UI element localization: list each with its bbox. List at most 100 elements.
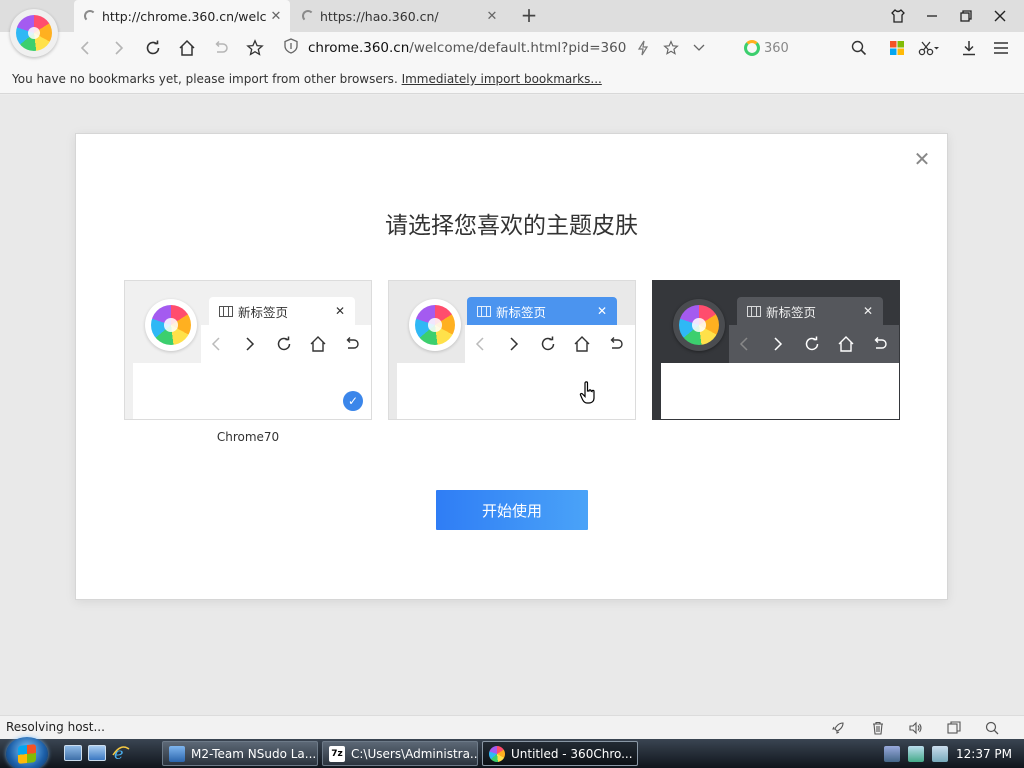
start-using-button[interactable]: 开始使用 bbox=[436, 490, 588, 530]
theme-logo-icon bbox=[145, 299, 197, 351]
address-host: chrome.360.cn bbox=[308, 40, 410, 56]
navigation-toolbar: chrome.360.cn/welcome/default.html?pid=3… bbox=[0, 32, 1024, 64]
address-path: /welcome/default.html?pid=360ce&v bbox=[409, 40, 626, 56]
restore-icon[interactable] bbox=[952, 4, 980, 28]
theme-preview-nav bbox=[469, 333, 627, 355]
title-bar: http://chrome.360.cn/welcom ✕ https://ha… bbox=[0, 0, 1024, 32]
dialog-title: 请选择您喜欢的主题皮肤 bbox=[385, 213, 638, 239]
trash-icon[interactable] bbox=[868, 718, 888, 738]
undo-icon bbox=[605, 333, 627, 355]
search-icon[interactable] bbox=[846, 36, 872, 60]
import-bookmarks-link[interactable]: Immediately import bookmarks... bbox=[402, 72, 602, 86]
zoom-search-icon[interactable] bbox=[982, 718, 1002, 738]
reload-icon bbox=[537, 333, 559, 355]
windows-logo-icon bbox=[18, 744, 36, 764]
theme-preview-nav bbox=[205, 333, 363, 355]
screenshot-scissors-icon[interactable] bbox=[916, 36, 942, 60]
window-icon[interactable] bbox=[944, 718, 964, 738]
theme-option-blue[interactable]: 新标签页 ✕ bbox=[388, 280, 636, 420]
favorites-star-icon[interactable] bbox=[242, 36, 268, 60]
close-icon: ✕ bbox=[596, 304, 607, 318]
forward-icon[interactable] bbox=[106, 36, 132, 60]
search-engine-label: 360 bbox=[764, 40, 789, 56]
forward-icon bbox=[239, 333, 261, 355]
download-icon[interactable] bbox=[956, 36, 982, 60]
theme-preview-body bbox=[661, 363, 899, 419]
tab-grid-icon bbox=[477, 305, 491, 317]
reload-icon[interactable] bbox=[140, 36, 166, 60]
system-tray: 12:37 PM bbox=[884, 739, 1024, 768]
theme-preview-tab-label: 新标签页 bbox=[238, 304, 289, 320]
tab-welcome[interactable]: http://chrome.360.cn/welcom ✕ bbox=[74, 0, 290, 32]
loading-spinner-icon bbox=[84, 10, 96, 22]
new-tab-button[interactable]: + bbox=[518, 4, 540, 26]
tab-title: https://hao.360.cn/ bbox=[320, 8, 439, 24]
start-button[interactable] bbox=[6, 737, 48, 768]
bookmark-star-icon[interactable] bbox=[658, 36, 684, 60]
bookmark-bar-message: You have no bookmarks yet, please import… bbox=[12, 72, 402, 86]
back-icon bbox=[469, 333, 491, 355]
switch-windows-icon[interactable] bbox=[88, 745, 106, 761]
menu-icon[interactable] bbox=[988, 36, 1014, 60]
rocket-icon[interactable] bbox=[828, 718, 848, 738]
status-text: Resolving host... bbox=[6, 720, 105, 734]
theme-preview-tab: 新标签页 ✕ bbox=[737, 297, 883, 325]
address-bar[interactable]: chrome.360.cn/welcome/default.html?pid=3… bbox=[284, 36, 626, 60]
selected-check-icon: ✓ bbox=[343, 391, 363, 411]
theme-preview-tab: 新标签页 ✕ bbox=[209, 297, 355, 325]
home-icon[interactable] bbox=[174, 36, 200, 60]
theme-preview-body bbox=[397, 363, 635, 419]
reload-icon bbox=[273, 333, 295, 355]
close-icon[interactable] bbox=[986, 4, 1014, 28]
theme-logo-icon bbox=[409, 299, 461, 351]
taskbar-item-360chrome[interactable]: Untitled - 360Chro... bbox=[482, 741, 638, 766]
show-desktop-icon[interactable] bbox=[64, 745, 82, 761]
wardrobe-icon[interactable] bbox=[884, 4, 912, 28]
clock[interactable]: 12:37 PM bbox=[956, 747, 1012, 761]
internet-explorer-icon[interactable]: e bbox=[112, 744, 130, 763]
back-icon bbox=[205, 333, 227, 355]
undo-close-icon[interactable] bbox=[208, 36, 234, 60]
status-bar: Resolving host... bbox=[0, 715, 1024, 739]
home-icon bbox=[835, 333, 857, 355]
theme-caption: Chrome70 bbox=[216, 430, 280, 444]
forward-icon bbox=[503, 333, 525, 355]
taskbar-item-label: Untitled - 360Chro... bbox=[511, 746, 633, 761]
address-dropdown-chevron-icon[interactable] bbox=[686, 36, 712, 60]
tab-close-button[interactable]: ✕ bbox=[482, 9, 502, 24]
close-icon: ✕ bbox=[862, 304, 873, 318]
volume-icon[interactable] bbox=[906, 718, 926, 738]
tab-grid-icon bbox=[219, 305, 233, 317]
browser-logo-icon[interactable] bbox=[10, 9, 58, 57]
search-engine-icon bbox=[744, 40, 760, 56]
theme-logo-icon bbox=[673, 299, 725, 351]
nsudo-icon bbox=[169, 745, 185, 762]
theme-preview-tab: 新标签页 ✕ bbox=[467, 297, 617, 325]
volume-tray-icon[interactable] bbox=[932, 745, 948, 762]
network-icon[interactable] bbox=[908, 745, 924, 762]
minimize-icon[interactable] bbox=[918, 4, 946, 28]
undo-icon bbox=[341, 333, 363, 355]
tab-close-button[interactable]: ✕ bbox=[266, 9, 286, 24]
tab-hao360[interactable]: https://hao.360.cn/ ✕ bbox=[292, 0, 506, 32]
dialog-close-button[interactable]: ✕ bbox=[911, 148, 933, 170]
back-icon[interactable] bbox=[72, 36, 98, 60]
forward-icon bbox=[767, 333, 789, 355]
taskbar-item-label: M2-Team NSudo La... bbox=[191, 746, 317, 761]
tray-app-icon[interactable] bbox=[884, 745, 900, 762]
360chrome-icon bbox=[489, 745, 505, 762]
7zip-icon: 7z bbox=[329, 745, 345, 762]
apps-grid-icon[interactable] bbox=[884, 36, 910, 60]
theme-option-dark[interactable]: 新标签页 ✕ bbox=[652, 280, 900, 420]
lightning-speed-icon[interactable] bbox=[630, 36, 656, 60]
taskbar-item-7zip[interactable]: 7z C:\Users\Administra... bbox=[322, 741, 478, 766]
taskbar-item-label: C:\Users\Administra... bbox=[351, 746, 478, 761]
security-shield-icon[interactable] bbox=[284, 38, 302, 58]
theme-dialog: ✕ 请选择您喜欢的主题皮肤 新标签页 ✕ ✓ Chrome70 新标签页 ✕ 新… bbox=[75, 133, 948, 600]
tab-title: http://chrome.360.cn/welcom bbox=[102, 8, 266, 24]
taskbar-item-nsudo[interactable]: M2-Team NSudo La... bbox=[162, 741, 318, 766]
close-icon: ✕ bbox=[334, 304, 345, 318]
theme-preview-tab-label: 新标签页 bbox=[496, 304, 547, 320]
theme-option-chrome70[interactable]: 新标签页 ✕ ✓ bbox=[124, 280, 372, 420]
undo-icon bbox=[869, 333, 891, 355]
